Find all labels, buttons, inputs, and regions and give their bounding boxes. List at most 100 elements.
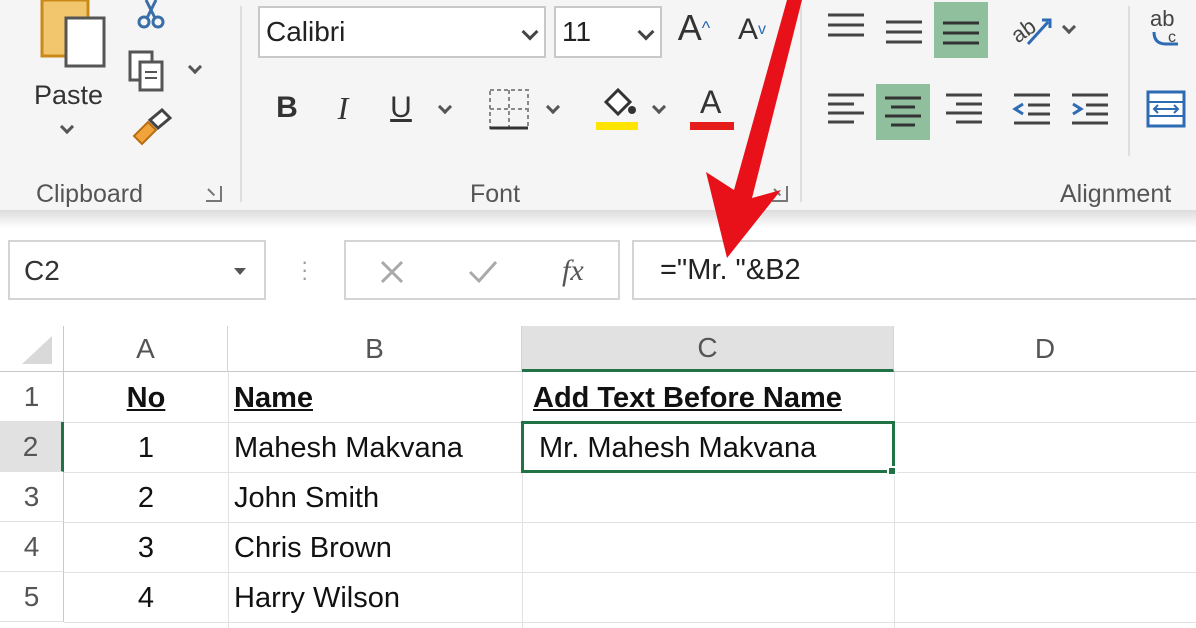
underline-button[interactable]: U: [378, 84, 424, 132]
align-bottom-icon: [943, 21, 979, 45]
grow-font-button[interactable]: A ^: [668, 4, 720, 52]
ribbon: Paste Clipboard Calibri 11 A ^ Av B I U …: [0, 0, 1196, 212]
orientation-dropdown-icon[interactable]: [1061, 19, 1077, 35]
more-options-icon[interactable]: · · ·: [301, 251, 308, 289]
spreadsheet-grid: A B C D 1 2 3 4 5 No Name Add Text Befor…: [0, 326, 1196, 628]
copy-button[interactable]: [128, 50, 208, 92]
cell-a1[interactable]: No: [64, 382, 228, 415]
copy-dropdown-icon[interactable]: [187, 59, 203, 75]
font-color-letter: A: [700, 84, 722, 120]
svg-text:ab: ab: [1010, 13, 1041, 48]
formula-input[interactable]: ="Mr. "&B2: [632, 240, 1196, 300]
font-color-button[interactable]: A: [690, 84, 734, 134]
cell-b5[interactable]: Harry Wilson: [234, 582, 400, 615]
formula-buttons: fx: [344, 240, 620, 300]
gridline: [64, 522, 1196, 523]
gridline: [894, 372, 895, 628]
decrease-indent-icon[interactable]: [1012, 92, 1052, 126]
paste-icon: [40, 0, 106, 68]
cut-icon[interactable]: [136, 0, 166, 30]
font-size-combo[interactable]: 11: [554, 6, 662, 58]
orientation-icon[interactable]: ab: [1010, 8, 1054, 48]
borders-dropdown-icon[interactable]: [545, 99, 561, 115]
font-launcher-icon[interactable]: [772, 186, 788, 202]
align-right-icon[interactable]: [944, 92, 984, 126]
gridline: [228, 372, 229, 628]
copy-icon: [128, 50, 164, 92]
font-color-swatch: [690, 122, 734, 130]
column-header-d[interactable]: D: [894, 326, 1196, 372]
italic-button[interactable]: I: [322, 84, 364, 132]
row-header-3[interactable]: 3: [0, 472, 64, 522]
paste-button[interactable]: Paste: [28, 0, 114, 150]
column-header-a[interactable]: A: [64, 326, 228, 372]
clipboard-launcher-icon[interactable]: [206, 186, 222, 202]
format-painter-icon[interactable]: [130, 108, 172, 148]
separator: [240, 6, 242, 202]
cell-a4[interactable]: 3: [64, 532, 228, 565]
insert-function-icon[interactable]: fx: [562, 254, 584, 288]
active-cell-border: [521, 421, 895, 473]
select-all-triangle-icon: [22, 336, 52, 364]
merge-center-icon[interactable]: [1146, 90, 1186, 128]
cell-a2[interactable]: 1: [64, 432, 228, 465]
paste-dropdown-icon[interactable]: [59, 119, 75, 135]
gridline: [64, 622, 1196, 623]
shrink-font-button[interactable]: Av: [728, 6, 776, 54]
row-header-5[interactable]: 5: [0, 572, 64, 622]
enter-check-icon[interactable]: [466, 258, 500, 286]
row-header-2[interactable]: 2: [0, 422, 64, 472]
cell-b1[interactable]: Name: [234, 382, 313, 415]
font-name-combo[interactable]: Calibri: [258, 6, 546, 58]
fill-color-dropdown-icon[interactable]: [651, 99, 667, 115]
cell-c1[interactable]: Add Text Before Name: [533, 382, 842, 415]
chevron-down-icon: [521, 23, 539, 41]
caret-down-icon: v: [758, 21, 766, 38]
cell-b2[interactable]: Mahesh Makvana: [234, 432, 463, 465]
wrap-text-button[interactable]: ab c: [1150, 6, 1190, 50]
underline-dropdown-icon[interactable]: [437, 99, 453, 115]
align-left-icon[interactable]: [826, 92, 866, 126]
name-box-value: C2: [24, 255, 60, 286]
svg-text:c: c: [1168, 29, 1176, 46]
cell-b4[interactable]: Chris Brown: [234, 532, 392, 565]
separator: [800, 6, 802, 202]
font-name-value: Calibri: [266, 16, 346, 47]
align-center-icon: [885, 96, 921, 127]
wrap-arrow-icon: c: [1152, 29, 1178, 46]
separator: [1128, 6, 1130, 156]
cell-a5[interactable]: 4: [64, 582, 228, 615]
increase-indent-icon[interactable]: [1070, 92, 1110, 126]
align-bottom-button[interactable]: [934, 2, 988, 58]
cell-b3[interactable]: John Smith: [234, 482, 379, 515]
fill-color-button[interactable]: [596, 84, 640, 134]
bold-button[interactable]: B: [266, 84, 308, 132]
row-header-4[interactable]: 4: [0, 522, 64, 572]
alignment-group-label: Alignment: [1060, 180, 1172, 208]
cell-a3[interactable]: 2: [64, 482, 228, 515]
align-top-icon[interactable]: [826, 12, 866, 42]
column-header-c[interactable]: C: [522, 326, 894, 372]
chevron-down-icon: [637, 23, 655, 41]
font-group-label: Font: [470, 180, 521, 208]
fill-color-swatch: [596, 122, 638, 130]
fill-handle[interactable]: [887, 466, 897, 476]
borders-icon[interactable]: [488, 88, 530, 130]
gridline: [64, 572, 1196, 573]
chevron-down-icon[interactable]: [234, 268, 246, 275]
ribbon-shadow: [0, 210, 1196, 228]
align-center-button[interactable]: [876, 84, 930, 140]
name-box[interactable]: C2: [8, 240, 266, 300]
row-header-1[interactable]: 1: [0, 372, 64, 422]
paste-label: Paste: [34, 80, 104, 110]
gridline: [522, 372, 523, 628]
column-header-b[interactable]: B: [228, 326, 522, 372]
clipboard-group-label: Clipboard: [36, 180, 144, 208]
select-all-button[interactable]: [0, 326, 64, 372]
paint-bucket-icon: [603, 87, 636, 117]
font-size-value: 11: [562, 16, 592, 47]
align-middle-icon[interactable]: [884, 16, 924, 46]
cancel-icon[interactable]: [378, 258, 406, 286]
formula-text: ="Mr. "&B2: [660, 254, 801, 286]
caret-up-icon: ^: [701, 17, 711, 38]
